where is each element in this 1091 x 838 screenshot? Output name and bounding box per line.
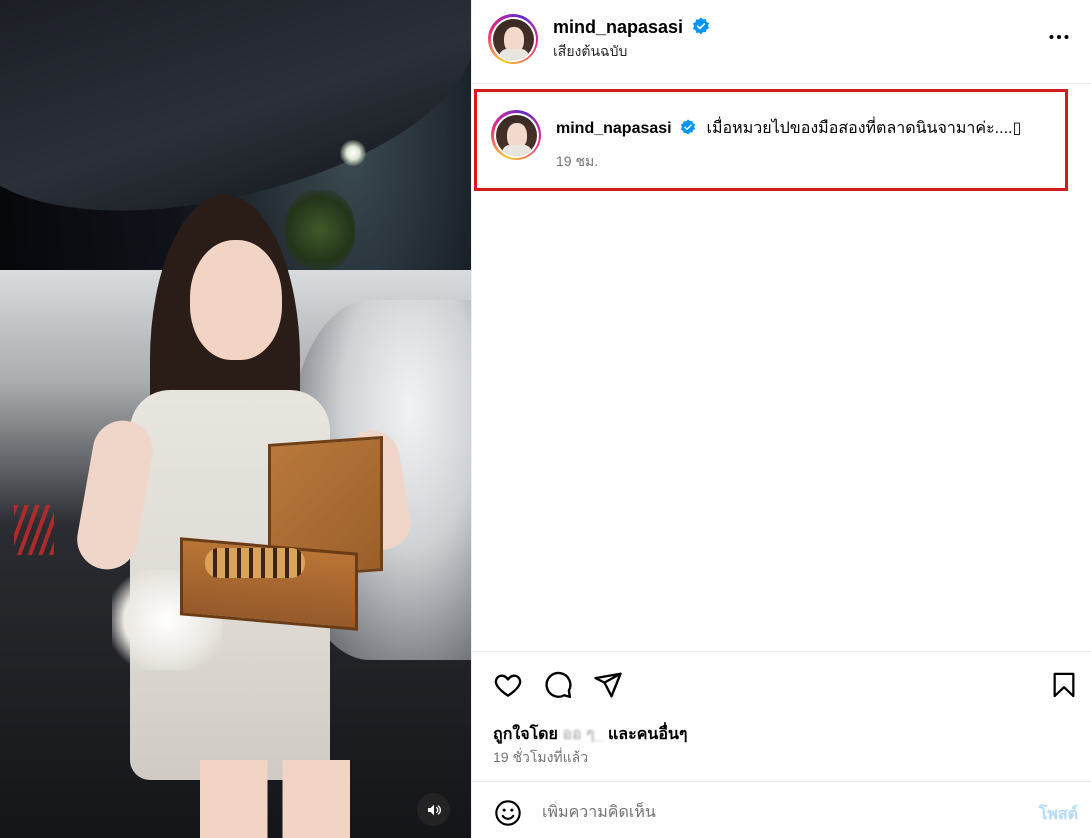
save-button[interactable] xyxy=(1047,668,1081,702)
emoji-icon xyxy=(495,800,521,826)
media-tree xyxy=(285,190,355,270)
post-details-panel: mind_napasasi เสียงต้นฉบับ mind_napasasi… xyxy=(471,0,1091,838)
post-timestamp[interactable]: 19 ชั่วโมงที่แล้ว xyxy=(493,747,588,769)
liked-by-line: ถูกใจโดย ออ ๆ_ และคนอื่นๆ xyxy=(493,722,687,747)
post-comment-button[interactable]: โพสต์ xyxy=(1039,802,1078,827)
heart-icon xyxy=(494,674,522,697)
liked-by-username[interactable]: ออ ๆ_ xyxy=(562,726,608,743)
bookmark-icon xyxy=(1053,672,1075,698)
post-media[interactable] xyxy=(0,0,471,838)
emoji-button[interactable] xyxy=(491,796,525,830)
media-tail-lights xyxy=(14,505,54,555)
avatar-image xyxy=(495,114,537,156)
caption-timestamp[interactable]: 19 ชม. xyxy=(556,151,1056,173)
share-button[interactable] xyxy=(591,668,625,702)
caption-text: เมื่อหมวยไปของมือสองที่ตลาดนินจามาค่ะ...… xyxy=(706,120,1022,137)
header-username[interactable]: mind_napasasi xyxy=(553,17,683,37)
post-header: mind_napasasi เสียงต้นฉบับ xyxy=(472,0,1091,84)
more-options-icon xyxy=(1049,35,1069,39)
sound-icon xyxy=(427,804,441,815)
header-user-block: mind_napasasi เสียงต้นฉบับ xyxy=(553,17,710,63)
audio-label[interactable]: เสียงต้นฉบับ xyxy=(553,41,710,63)
verified-badge-icon xyxy=(680,119,696,135)
liked-by-others[interactable]: และคนอื่นๆ xyxy=(608,726,688,743)
media-box-contents xyxy=(205,548,305,578)
more-options-button[interactable] xyxy=(1044,22,1074,52)
comment-icon xyxy=(545,671,572,699)
media-street-light xyxy=(340,140,366,166)
share-icon xyxy=(594,672,622,698)
comment-button[interactable] xyxy=(541,668,575,702)
media-person-legs xyxy=(200,760,350,838)
caption-highlight-box: mind_napasasi เมื่อหมวยไปของมือสองที่ตลา… xyxy=(474,89,1068,191)
comment-input[interactable] xyxy=(542,802,1012,824)
comment-bar: โพสต์ xyxy=(472,781,1091,838)
liked-by-prefix: ถูกใจโดย xyxy=(493,726,558,743)
caption-username[interactable]: mind_napasasi xyxy=(556,120,672,137)
verified-badge-icon xyxy=(692,17,709,35)
sound-toggle-button[interactable] xyxy=(417,793,450,826)
avatar-image xyxy=(492,18,534,60)
caption-content: mind_napasasi เมื่อหมวยไปของมือสองที่ตลา… xyxy=(556,116,1056,173)
media-person-face xyxy=(190,240,282,360)
caption-avatar[interactable] xyxy=(491,110,541,160)
avatar[interactable] xyxy=(488,14,538,64)
like-button[interactable] xyxy=(491,668,525,702)
